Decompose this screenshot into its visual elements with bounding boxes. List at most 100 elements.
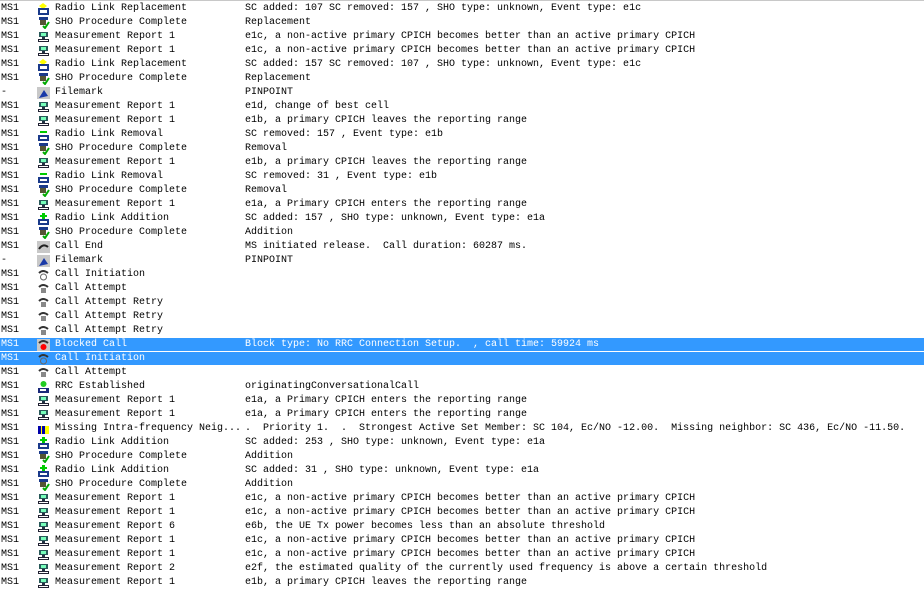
ms-cell: MS1 bbox=[1, 423, 20, 434]
table-row[interactable]: MS1 Blocked Call Block type: No RRC Connec… bbox=[0, 338, 924, 352]
event-cell: Measurement Report 1 bbox=[55, 577, 176, 588]
event-cell: Measurement Report 1 bbox=[55, 507, 176, 518]
info-cell: SC added: 107 SC removed: 157 , SHO type… bbox=[245, 3, 642, 14]
event-cell: Call Initiation bbox=[55, 269, 146, 280]
event-cell: Blocked Call bbox=[55, 339, 128, 350]
event-cell: Call Attempt Retry bbox=[55, 297, 164, 308]
table-row[interactable]: MS1 Call Attempt Retry bbox=[0, 324, 924, 338]
event-cell: SHO Procedure Complete bbox=[55, 185, 188, 196]
event-list[interactable]: MS1 Radio Link Replacement SC added: 107 S… bbox=[0, 2, 924, 590]
table-row[interactable]: MS1 Radio Link Replacement SC added: 157 S… bbox=[0, 58, 924, 72]
table-row[interactable]: MS1 Measurement Report 1 e1b, a primary CP… bbox=[0, 156, 924, 170]
info-cell: SC added: 253 , SHO type: unknown, Event… bbox=[245, 437, 546, 448]
info-cell: Addition bbox=[245, 451, 294, 462]
measurement-report-icon bbox=[38, 564, 49, 574]
event-cell: Measurement Report 1 bbox=[55, 115, 176, 126]
measurement-report-icon bbox=[38, 508, 49, 518]
info-cell: . Priority 1. . Strongest Active Set Mem… bbox=[245, 423, 906, 434]
ms-cell: MS1 bbox=[1, 507, 20, 518]
table-row[interactable]: MS1 Call Attempt bbox=[0, 366, 924, 380]
ms-cell: MS1 bbox=[1, 563, 20, 574]
table-row[interactable]: MS1 Radio Link Addition SC added: 31 , SHO… bbox=[0, 464, 924, 478]
table-row[interactable]: MS1 Measurement Report 1 e1c, a non-active… bbox=[0, 506, 924, 520]
ms-cell: MS1 bbox=[1, 101, 20, 112]
event-cell: Measurement Report 1 bbox=[55, 409, 176, 420]
event-cell: Measurement Report 6 bbox=[55, 521, 176, 532]
table-row[interactable]: MS1 Measurement Report 1 e1c, a non-active… bbox=[0, 44, 924, 58]
table-row[interactable]: MS1 SHO Procedure Complete Replacement bbox=[0, 16, 924, 30]
table-row[interactable]: MS1 Call End MS initiated release. Call du… bbox=[0, 240, 924, 254]
table-row[interactable]: MS1 Measurement Report 1 e1b, a primary CP… bbox=[0, 114, 924, 128]
ms-cell: MS1 bbox=[1, 115, 20, 126]
ms-cell: MS1 bbox=[1, 451, 20, 462]
ms-cell: MS1 bbox=[1, 45, 20, 56]
info-cell: e1d, change of best cell bbox=[245, 101, 390, 112]
table-row[interactable]: MS1 Measurement Report 1 e1a, a Primary CP… bbox=[0, 198, 924, 212]
ms-cell: MS1 bbox=[1, 283, 20, 294]
ms-cell: MS1 bbox=[1, 185, 20, 196]
event-cell: SHO Procedure Complete bbox=[55, 143, 188, 154]
table-row[interactable]: - Filemark PINPOINT bbox=[0, 254, 924, 268]
table-row[interactable]: MS1 Call Attempt Retry bbox=[0, 310, 924, 324]
table-row[interactable]: - Filemark PINPOINT bbox=[0, 86, 924, 100]
event-cell: Call End bbox=[55, 241, 104, 252]
table-row[interactable]: MS1 Radio Link Addition SC added: 157 , SH… bbox=[0, 212, 924, 226]
table-row[interactable]: MS1 Radio Link Removal SC removed: 31 , Ev… bbox=[0, 170, 924, 184]
ms-cell: MS1 bbox=[1, 143, 20, 154]
table-row[interactable]: MS1 Radio Link Removal SC removed: 157 , E… bbox=[0, 128, 924, 142]
event-cell: Measurement Report 1 bbox=[55, 101, 176, 112]
event-cell: Call Initiation bbox=[55, 353, 146, 364]
table-row[interactable]: MS1 Missing Intra-frequency Neig.... Prio… bbox=[0, 422, 924, 436]
info-cell: e1a, a Primary CPICH enters the reportin… bbox=[245, 409, 528, 420]
measurement-report-icon bbox=[38, 32, 49, 42]
table-row[interactable]: MS1 SHO Procedure Complete Removal bbox=[0, 142, 924, 156]
table-row[interactable]: MS1 Measurement Report 1 e1c, a non-active… bbox=[0, 534, 924, 548]
ms-cell: MS1 bbox=[1, 409, 20, 420]
table-row[interactable]: MS1 RRC Established originatingConversatio… bbox=[0, 380, 924, 394]
table-row[interactable]: MS1 Measurement Report 2 e2f, the estimate… bbox=[0, 562, 924, 576]
table-row[interactable]: MS1 Measurement Report 6 e6b, the UE Tx po… bbox=[0, 520, 924, 534]
table-row[interactable]: MS1 Measurement Report 1 e1c, a non-active… bbox=[0, 30, 924, 44]
info-cell: e1c, a non-active primary CPICH becomes … bbox=[245, 549, 696, 560]
table-row[interactable]: MS1 SHO Procedure Complete Addition bbox=[0, 226, 924, 240]
table-row[interactable]: MS1 SHO Procedure Complete Removal bbox=[0, 184, 924, 198]
radio-link-replacement-icon bbox=[38, 59, 49, 71]
table-row[interactable]: MS1 Measurement Report 1 e1c, a non-active… bbox=[0, 548, 924, 562]
table-row[interactable]: MS1 Radio Link Replacement SC added: 107 S… bbox=[0, 2, 924, 16]
ms-cell: MS1 bbox=[1, 73, 20, 84]
table-row[interactable]: MS1 Call Initiation bbox=[0, 268, 924, 282]
info-cell: Addition bbox=[245, 479, 294, 490]
info-cell: Removal bbox=[245, 143, 288, 154]
table-row[interactable]: MS1 Radio Link Addition SC added: 253 , SH… bbox=[0, 436, 924, 450]
header-divider bbox=[0, 0, 924, 1]
table-row[interactable]: MS1 Measurement Report 1 e1a, a Primary CP… bbox=[0, 394, 924, 408]
table-row[interactable]: MS1 Call Attempt Retry bbox=[0, 296, 924, 310]
table-row[interactable]: MS1 Measurement Report 1 e1d, change of be… bbox=[0, 100, 924, 114]
info-cell: SC removed: 31 , Event type: e1b bbox=[245, 171, 438, 182]
table-row[interactable]: MS1 Call Initiation bbox=[0, 352, 924, 366]
table-row[interactable]: MS1 Call Attempt bbox=[0, 282, 924, 296]
table-row[interactable]: MS1 Measurement Report 1 e1b, a primary CP… bbox=[0, 576, 924, 590]
event-cell: Call Attempt Retry bbox=[55, 325, 164, 336]
call-attempt-icon bbox=[38, 284, 49, 293]
event-cell: Call Attempt Retry bbox=[55, 311, 164, 322]
ms-cell: MS1 bbox=[1, 577, 20, 588]
table-row[interactable]: MS1 SHO Procedure Complete Addition bbox=[0, 478, 924, 492]
event-cell: SHO Procedure Complete bbox=[55, 451, 188, 462]
table-row[interactable]: MS1 SHO Procedure Complete Addition bbox=[0, 450, 924, 464]
ms-cell: MS1 bbox=[1, 493, 20, 504]
event-cell: Radio Link Addition bbox=[55, 465, 170, 476]
event-cell: Filemark bbox=[55, 87, 104, 98]
ms-cell: MS1 bbox=[1, 269, 20, 280]
event-cell: Missing Intra-frequency Neig... bbox=[55, 423, 242, 434]
table-row[interactable]: MS1 SHO Procedure Complete Replacement bbox=[0, 72, 924, 86]
ms-cell: MS1 bbox=[1, 3, 20, 14]
filemark-icon bbox=[37, 255, 50, 267]
table-row[interactable]: MS1 Measurement Report 1 e1c, a non-active… bbox=[0, 492, 924, 506]
event-cell: Radio Link Replacement bbox=[55, 59, 188, 70]
table-row[interactable]: MS1 Measurement Report 1 e1a, a Primary CP… bbox=[0, 408, 924, 422]
info-cell: Replacement bbox=[245, 73, 312, 84]
event-cell: SHO Procedure Complete bbox=[55, 73, 188, 84]
info-cell: MS initiated release. Call duration: 602… bbox=[245, 241, 528, 252]
event-cell: SHO Procedure Complete bbox=[55, 479, 188, 490]
